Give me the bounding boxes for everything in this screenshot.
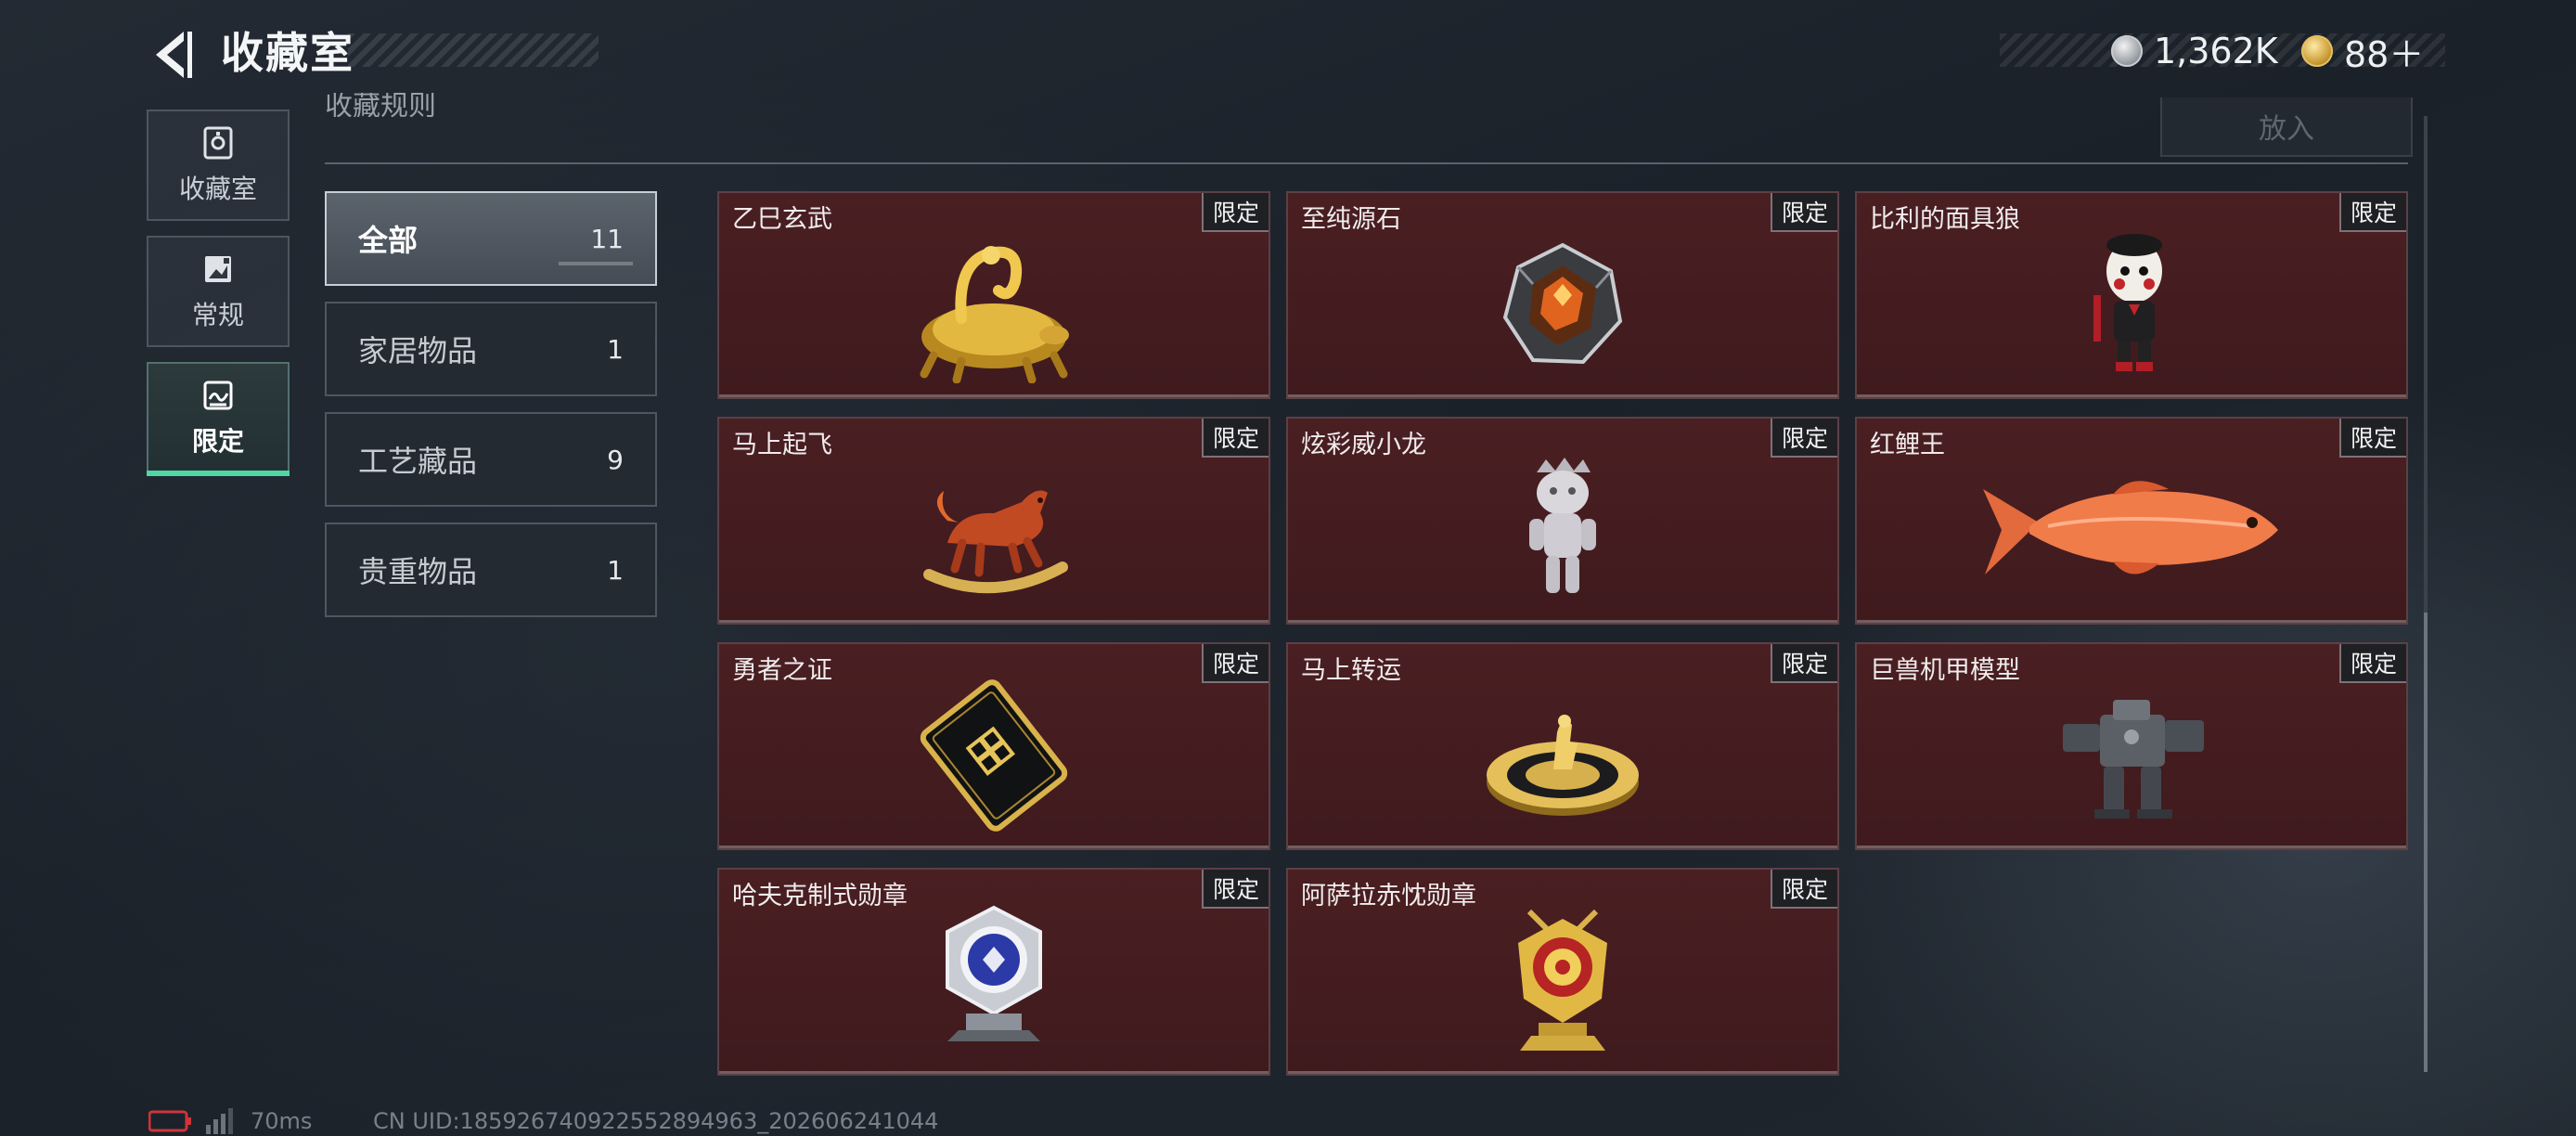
limited-tag: 限定 (1201, 870, 1269, 909)
rail-tab-collection-room[interactable]: 收藏室 (147, 110, 290, 221)
rail-tab-label: 限定 (191, 426, 244, 457)
collection-rules-link[interactable]: 收藏规则 (325, 93, 436, 117)
hero-card-icon (920, 679, 1068, 832)
rocking-horse-icon (923, 490, 1068, 594)
item-card[interactable]: 至纯源石 限定 (1286, 191, 1839, 399)
limited-tag: 限定 (1201, 644, 1269, 683)
limited-tag: 限定 (1770, 419, 1837, 458)
category-count: 1 (607, 554, 624, 586)
category-crafts[interactable]: 工艺藏品 9 (325, 412, 657, 507)
uid-text: CN UID:185926740922552894963_20260624104… (373, 1108, 939, 1134)
regular-icon (205, 256, 231, 282)
category-home-items[interactable]: 家居物品 1 (325, 302, 657, 396)
silver-currency: 1,362K (2111, 28, 2278, 74)
category-label: 工艺藏品 (358, 444, 478, 479)
limited-tag: 限定 (1770, 644, 1837, 683)
category-count: 9 (607, 444, 624, 475)
item-name: 炫彩威小龙 (1301, 431, 1426, 459)
item-name: 哈夫克制式勋章 (732, 882, 908, 910)
item-card[interactable]: 阿萨拉赤忱勋章 限定 (1286, 868, 1839, 1076)
battery-icon (148, 1110, 191, 1132)
collection-room-icon (203, 126, 233, 160)
limited-tag: 限定 (1201, 419, 1269, 458)
item-card[interactable]: 炫彩威小龙 限定 (1286, 417, 1839, 625)
item-name: 至纯源石 (1301, 205, 1401, 234)
item-name: 乙巳玄武 (732, 205, 832, 234)
active-tab-indicator (147, 471, 290, 476)
limited-tag: 限定 (2338, 419, 2406, 458)
item-card[interactable]: 勇者之证 限定 (717, 642, 1270, 850)
rail-tab-label: 常规 (191, 300, 244, 330)
title-stripe-decoration (348, 33, 599, 67)
source-stone-icon (1502, 242, 1623, 365)
mech-model-icon (2063, 700, 2204, 819)
item-name: 马上转运 (1301, 656, 1401, 685)
category-count: 11 (590, 223, 624, 254)
item-name: 马上起飞 (732, 431, 832, 459)
item-card[interactable]: 乙巳玄武 限定 (717, 191, 1270, 399)
fortune-wheel-icon (1487, 715, 1639, 816)
silver-coin-icon (2111, 35, 2143, 67)
dragon-figure-icon (1529, 458, 1596, 593)
page-title: 收藏室 (221, 28, 354, 78)
item-name: 巨兽机甲模型 (1870, 656, 2020, 685)
haavk-medal-icon (946, 905, 1042, 1041)
billy-puppet-icon (2093, 234, 2162, 371)
limited-icon (203, 381, 233, 410)
silver-currency-value: 1,362K (2154, 31, 2278, 71)
limited-tag: 限定 (1770, 870, 1837, 909)
rail-tab-label: 收藏室 (178, 174, 257, 204)
rail-tab-limited[interactable]: 限定 (147, 362, 290, 473)
ping-text: 70ms (251, 1108, 313, 1134)
category-count: 1 (607, 333, 624, 365)
item-card[interactable]: 马上转运 限定 (1286, 642, 1839, 850)
item-name: 比利的面具狼 (1870, 205, 2020, 234)
put-in-button[interactable]: 放入 (2160, 97, 2413, 157)
gold-currency-value: 88＋ (2344, 33, 2425, 75)
gold-coin-icon (2301, 35, 2333, 67)
item-card[interactable]: 红鲤王 限定 (1855, 417, 2408, 625)
red-carp-icon (1983, 481, 2278, 574)
item-name: 阿萨拉赤忱勋章 (1301, 882, 1476, 910)
category-label: 家居物品 (358, 333, 478, 368)
limited-tag: 限定 (2338, 193, 2406, 232)
gold-currency[interactable]: 88＋ (2301, 28, 2425, 75)
limited-tag: 限定 (2338, 644, 2406, 683)
header-divider (325, 162, 2408, 164)
item-name: 勇者之证 (732, 656, 832, 685)
rail-tab-regular[interactable]: 常规 (147, 236, 290, 347)
category-decoration (559, 262, 633, 265)
item-card[interactable]: 哈夫克制式勋章 限定 (717, 868, 1270, 1076)
scrollbar-thumb[interactable] (2424, 613, 2428, 1072)
item-name: 红鲤王 (1870, 431, 1945, 459)
category-valuables[interactable]: 贵重物品 1 (325, 523, 657, 617)
back-arrow-icon[interactable] (148, 26, 195, 84)
item-card[interactable]: 比利的面具狼 限定 (1855, 191, 2408, 399)
category-all[interactable]: 全部 11 (325, 191, 657, 286)
limited-tag: 限定 (1770, 193, 1837, 232)
category-label: 全部 (358, 223, 419, 258)
golden-snake-tortoise-icon (920, 246, 1069, 383)
asala-medal-icon (1518, 909, 1607, 1051)
category-label: 贵重物品 (358, 554, 478, 589)
item-card[interactable]: 巨兽机甲模型 限定 (1855, 642, 2408, 850)
item-card[interactable]: 马上起飞 限定 (717, 417, 1270, 625)
signal-icon (206, 1108, 233, 1134)
limited-tag: 限定 (1201, 193, 1269, 232)
